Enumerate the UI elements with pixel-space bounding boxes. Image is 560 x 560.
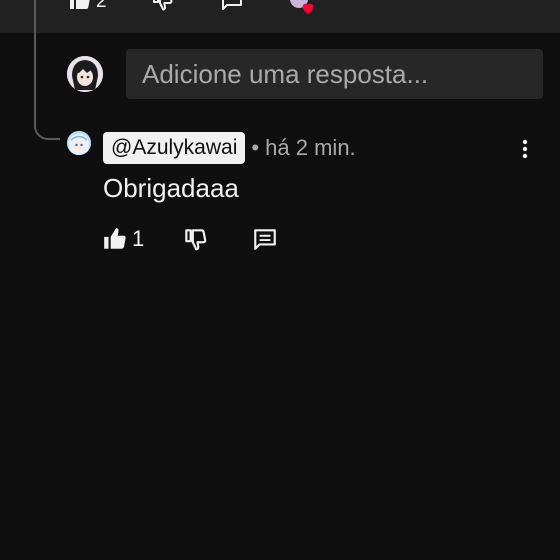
thumbs-up-icon <box>104 228 126 249</box>
like-button[interactable]: 1 <box>102 226 144 252</box>
reply-button[interactable] <box>252 226 278 252</box>
author-handle[interactable]: @Azulykawai <box>103 132 246 164</box>
previous-like-count: 2 <box>96 0 107 12</box>
heart-icon <box>302 3 314 14</box>
current-user-avatar <box>67 56 103 92</box>
previous-dislike-button[interactable] <box>150 0 174 12</box>
thumbs-down-icon <box>185 229 207 251</box>
comment-author-avatar[interactable] <box>67 131 91 155</box>
creator-heart <box>290 0 314 14</box>
comment-icon <box>254 229 276 250</box>
previous-comment-actions: 2 <box>0 0 560 33</box>
comment-text: Obrigadaaa <box>103 173 239 203</box>
dislike-button[interactable] <box>182 226 208 252</box>
reply-input[interactable] <box>126 49 543 99</box>
previous-reply-button[interactable] <box>220 0 244 12</box>
comment-timestamp: • há 2 min. <box>251 135 356 160</box>
comment-icon <box>222 0 242 10</box>
comment-menu-button[interactable] <box>516 136 534 162</box>
previous-like-button[interactable]: 2 <box>68 0 107 12</box>
thumbs-up-icon <box>70 0 90 9</box>
like-count: 1 <box>132 226 145 251</box>
comment-header: @Azulykawai • há 2 min. <box>103 131 356 165</box>
thread-connector-line <box>34 0 60 140</box>
more-vertical-icon <box>522 139 528 159</box>
thumbs-down-icon <box>153 0 173 11</box>
